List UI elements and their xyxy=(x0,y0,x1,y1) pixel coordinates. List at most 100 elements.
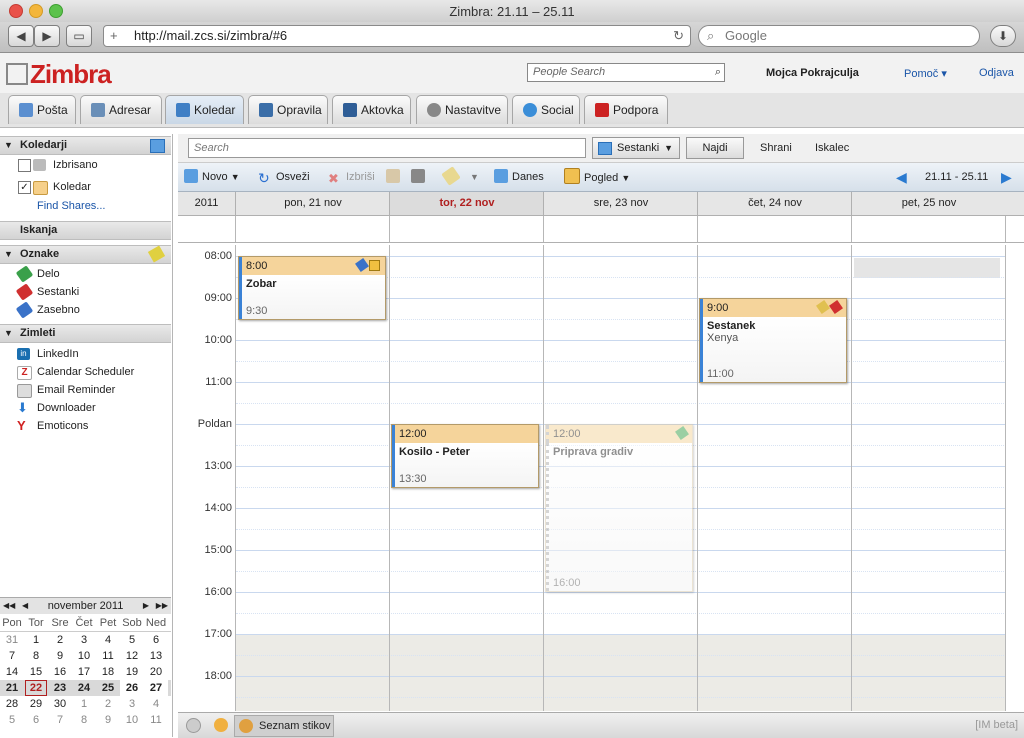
calendar-checkbox[interactable]: ✓ xyxy=(18,181,31,194)
mini-calendar-day[interactable]: 13 xyxy=(144,648,168,664)
calendars-header[interactable]: ▼ Koledarji xyxy=(0,136,171,155)
mini-calendar-day[interactable]: 3 xyxy=(120,696,144,712)
tag-item-meetings[interactable]: Sestanki xyxy=(0,283,171,301)
collapse-icon[interactable]: ▼ xyxy=(4,137,13,154)
appointment-priprava-gradiv[interactable]: 12:00 Priprava gradiv 16:00 xyxy=(545,424,693,592)
new-button[interactable]: Novo ▼ xyxy=(184,168,240,186)
mini-calendar-day[interactable]: 11 xyxy=(96,648,120,664)
mini-calendar-day[interactable]: 1 xyxy=(24,632,48,648)
people-search-input[interactable]: People Search ⌕ xyxy=(527,63,725,82)
new-calendar-icon[interactable] xyxy=(150,139,165,153)
mini-calendar-day[interactable]: 21 xyxy=(0,680,24,696)
day-header[interactable]: čet, 24 nov xyxy=(697,192,852,215)
next-year-icon[interactable]: ▶▶ xyxy=(156,598,168,614)
google-search-field[interactable]: ⌕ Google xyxy=(698,25,980,47)
mini-calendar-day[interactable]: 6 xyxy=(144,632,168,648)
save-search-button[interactable]: Shrani xyxy=(760,142,792,154)
back-button[interactable]: ◀ xyxy=(8,25,34,47)
tags-header[interactable]: ▼ Oznake xyxy=(0,245,171,264)
find-shares-link[interactable]: Find Shares... xyxy=(37,197,157,215)
search-builder-button[interactable]: Iskalec xyxy=(815,142,849,154)
mini-calendar-day[interactable]: 10 xyxy=(72,648,96,664)
mini-calendar-day[interactable]: 17 xyxy=(72,664,96,680)
collapse-icon[interactable]: ▼ xyxy=(4,246,13,263)
appointment-kosilo[interactable]: 12:00 Kosilo - Peter 13:30 xyxy=(391,424,539,488)
mini-calendar-day[interactable]: 6 xyxy=(24,712,48,728)
zimlets-header[interactable]: ▼ Zimleti xyxy=(0,324,171,343)
appointment-sestanek[interactable]: 9:00 Sestanek Xenya 11:00 xyxy=(699,298,847,383)
all-day-row[interactable] xyxy=(178,216,1024,243)
tab-tasks[interactable]: Opravila xyxy=(248,95,328,124)
calendar-item-trash[interactable]: Izbrisano xyxy=(0,156,171,174)
search-type-select[interactable]: Sestanki ▼ xyxy=(592,137,680,159)
mini-calendar-day[interactable]: 28 xyxy=(0,696,24,712)
search-input[interactable]: Search xyxy=(188,138,586,158)
zimlet-calendar-scheduler[interactable]: Z Calendar Scheduler xyxy=(0,363,171,381)
downloads-button[interactable]: ⬇ xyxy=(990,25,1016,47)
contacts-list-button[interactable]: Seznam stikov xyxy=(234,715,334,737)
move-button[interactable] xyxy=(386,168,404,186)
mini-calendar-day[interactable]: 25 xyxy=(96,680,120,696)
calendar-item-calendar[interactable]: ✓ Koledar xyxy=(0,178,171,196)
mini-calendar-day[interactable]: 8 xyxy=(24,648,48,664)
day-header[interactable]: pon, 21 nov xyxy=(235,192,390,215)
time-grid[interactable]: 08:00 09:00 10:00 11:00 Poldan 13:00 14:00 15:0… xyxy=(178,245,1024,711)
zimlet-linkedin[interactable]: in LinkedIn xyxy=(0,345,171,363)
mini-calendar-day[interactable]: 18 xyxy=(96,664,120,680)
prev-year-icon[interactable]: ◀◀ xyxy=(3,598,15,614)
mini-calendar-day[interactable]: 24 xyxy=(72,680,96,696)
day-header-today[interactable]: tor, 22 nov xyxy=(389,192,544,215)
mini-calendar-day[interactable]: 9 xyxy=(96,712,120,728)
view-button[interactable]: Pogled ▼ xyxy=(564,168,630,186)
forward-button[interactable]: ▶ xyxy=(34,25,60,47)
refresh-button[interactable]: ↻ Osveži xyxy=(258,168,310,186)
reload-icon[interactable]: ↻ xyxy=(673,26,684,46)
new-tag-icon[interactable] xyxy=(147,245,166,263)
tab-social[interactable]: Social xyxy=(512,95,580,124)
print-button[interactable] xyxy=(411,168,429,186)
appointment-zobar[interactable]: 8:00 Zobar 9:30 xyxy=(238,256,386,320)
add-buddy-icon[interactable] xyxy=(214,718,228,732)
presence-icon[interactable] xyxy=(186,718,201,733)
today-button[interactable]: Danes xyxy=(494,168,544,186)
mini-calendar-day[interactable]: 5 xyxy=(120,632,144,648)
collapse-icon[interactable]: ▼ xyxy=(4,325,13,342)
zimlet-emoticons[interactable]: Y Emoticons xyxy=(0,417,171,435)
logout-link[interactable]: Odjava xyxy=(979,67,1014,79)
mini-calendar-day[interactable]: 29 xyxy=(24,696,48,712)
delete-button[interactable]: ✖ Izbriši xyxy=(328,168,375,186)
tab-briefcase[interactable]: Aktovka xyxy=(332,95,411,124)
mini-calendar-day[interactable]: 7 xyxy=(48,712,72,728)
mini-calendar-day[interactable]: 4 xyxy=(144,696,168,712)
mini-calendar-day[interactable]: 26 xyxy=(120,680,144,696)
mini-calendar-day[interactable]: 12 xyxy=(120,648,144,664)
mini-calendar-day[interactable]: 27 xyxy=(144,680,168,696)
tab-contacts[interactable]: Adresar xyxy=(80,95,162,124)
searches-header[interactable]: Iskanja xyxy=(0,221,171,240)
mini-calendar-day[interactable]: 3 xyxy=(72,632,96,648)
zimlet-downloader[interactable]: ⬇ Downloader xyxy=(0,399,171,417)
mini-calendar-day[interactable]: 10 xyxy=(120,712,144,728)
mini-calendar-day[interactable]: 4 xyxy=(96,632,120,648)
prev-week-button[interactable]: ◀ xyxy=(896,168,907,186)
mini-calendar-day[interactable]: 23 xyxy=(48,680,72,696)
sidebar-toggle-button[interactable]: ▭ xyxy=(66,25,92,47)
mini-calendar-day[interactable]: 7 xyxy=(0,648,24,664)
mini-calendar-day[interactable]: 11 xyxy=(144,712,168,728)
mini-calendar-day[interactable]: 30 xyxy=(48,696,72,712)
tag-item-private[interactable]: Zasebno xyxy=(0,301,171,319)
zimlet-email-reminder[interactable]: Email Reminder xyxy=(0,381,171,399)
tab-preferences[interactable]: Nastavitve xyxy=(416,95,508,124)
mini-calendar-day[interactable]: 31 xyxy=(0,632,24,648)
day-header[interactable]: sre, 23 nov xyxy=(543,192,698,215)
add-bookmark-icon[interactable]: + xyxy=(110,26,118,46)
mini-calendar-day[interactable]: 15 xyxy=(24,664,48,680)
mini-calendar-day[interactable]: 2 xyxy=(96,696,120,712)
help-menu[interactable]: Pomoč ▾ xyxy=(904,67,947,80)
mini-calendar-day[interactable]: 22 xyxy=(25,680,47,696)
next-month-icon[interactable]: ▶ xyxy=(143,598,149,614)
mini-calendar-day[interactable]: 8 xyxy=(72,712,96,728)
tag-button[interactable]: ▼ xyxy=(441,166,479,186)
mini-calendar-day[interactable]: 2 xyxy=(48,632,72,648)
tab-calendar[interactable]: Koledar xyxy=(165,95,244,124)
